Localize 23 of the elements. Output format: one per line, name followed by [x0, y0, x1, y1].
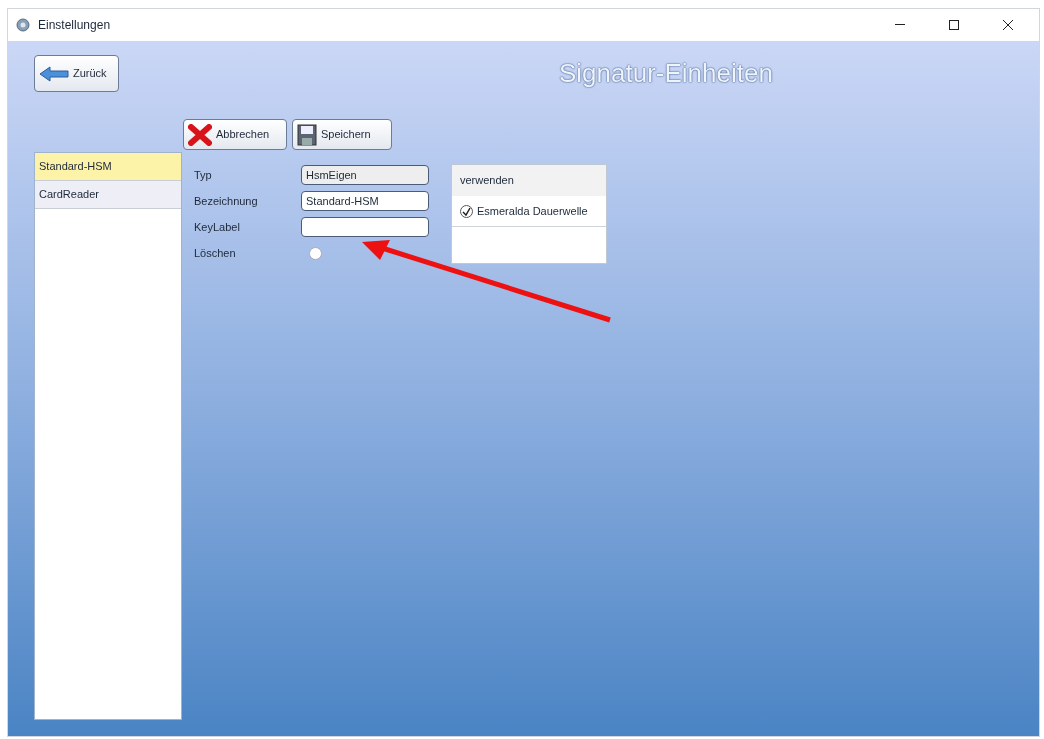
field-label: Typ: [194, 167, 213, 183]
maximize-icon: [949, 20, 959, 30]
cross-icon: [188, 123, 212, 146]
field-label: Löschen: [194, 245, 237, 261]
field-label: KeyLabel: [194, 219, 241, 235]
sidebar-item[interactable]: Standard-HSM: [35, 153, 181, 181]
window-title: Einstellungen: [38, 17, 111, 34]
input-field[interactable]: Standard-HSM: [301, 191, 429, 211]
checkbox[interactable]: [309, 246, 322, 260]
input-field[interactable]: [301, 217, 429, 237]
panel-header: verwenden: [452, 165, 606, 196]
page-title: Signatur-Einheiten: [559, 57, 773, 90]
checkbox[interactable]: [460, 204, 473, 218]
item-label: Esmeralda Dauerwelle: [477, 203, 588, 219]
cancel-button[interactable]: Abbrechen: [183, 119, 287, 150]
back-button[interactable]: Zurück: [34, 55, 119, 92]
save-button[interactable]: Speichern: [292, 119, 392, 150]
close-icon: [1003, 20, 1013, 30]
field-label: Bezeichnung: [194, 193, 259, 209]
sidebar-item[interactable]: CardReader: [35, 181, 181, 209]
left-arrow-icon: [39, 65, 69, 82]
minimize-icon: [895, 24, 905, 26]
app-icon: [16, 18, 30, 32]
